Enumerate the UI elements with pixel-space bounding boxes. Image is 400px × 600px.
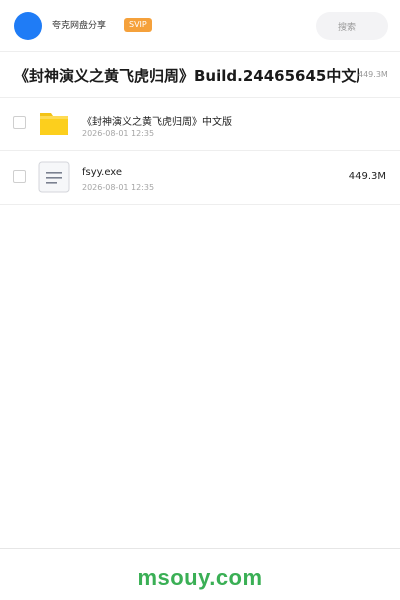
search-placeholder: 搜索 [338, 23, 357, 33]
footer-bar: msouy.com [0, 548, 400, 600]
file-date: 2026-08-01 12:35 [82, 129, 155, 138]
top-bar: 夸克网盘分享 SVIP 搜索 [0, 0, 400, 52]
file-name: fsyy.exe [82, 167, 123, 178]
file-row[interactable]: 《封神演义之黄飞虎归周》中文版 2026-08-01 12:35 [0, 97, 400, 151]
share-title-row: 《封神演义之黄飞虎归周》Build.24465645中文版 449.3M [0, 52, 400, 98]
file-name: 《封神演义之黄飞虎归周》中文版 [82, 117, 232, 128]
file-date: 2026-08-01 12:35 [82, 183, 155, 192]
watermark-text: msouy.com [137, 565, 263, 590]
row-checkbox[interactable] [13, 116, 26, 129]
share-total-size: 449.3M [358, 70, 388, 79]
avatar[interactable] [14, 12, 42, 40]
file-row[interactable]: fsyy.exe 2026-08-01 12:35 449.3M [0, 151, 400, 205]
svip-badge: SVIP [124, 18, 152, 32]
file-size: 449.3M [348, 171, 386, 182]
row-checkbox[interactable] [13, 170, 26, 183]
share-title: 《封神演义之黄飞虎归周》Build.24465645中文版 [14, 67, 359, 85]
app-name: 夸克网盘分享 [52, 21, 107, 31]
file-icon [38, 161, 70, 193]
search-box[interactable]: 搜索 [316, 12, 388, 40]
folder-icon [40, 113, 68, 135]
